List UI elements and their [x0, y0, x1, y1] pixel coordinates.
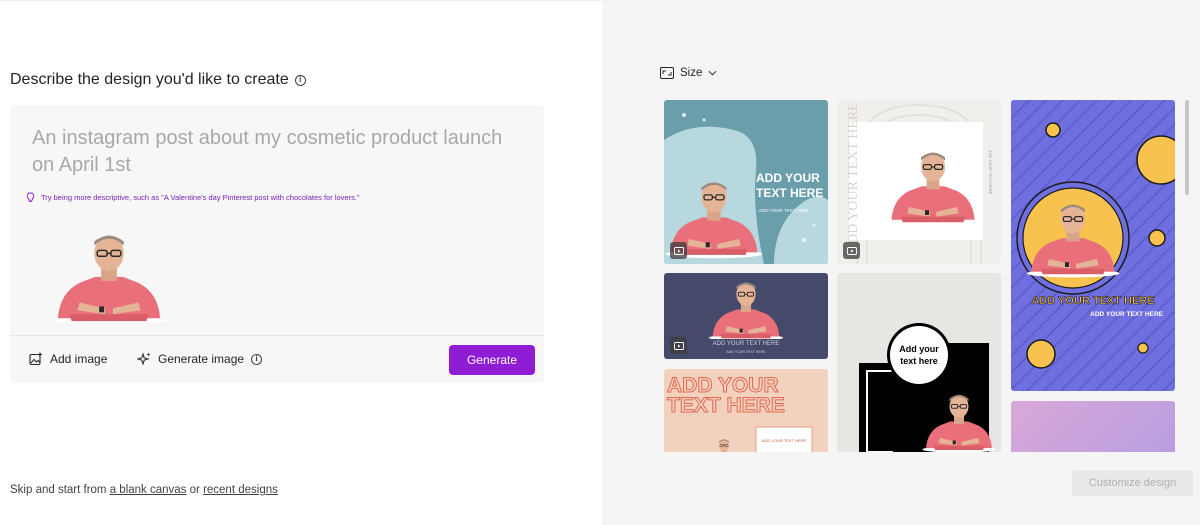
template-card[interactable]: ADD YOUR TEXT HERE ADD YOUR TEXT HERE [837, 100, 1001, 264]
play-icon [673, 341, 684, 350]
generate-image-label: Generate image [158, 352, 245, 366]
template-text: ADD YOUR TEXT HERE [988, 150, 993, 195]
video-badge [843, 242, 860, 259]
play-icon [673, 246, 684, 255]
template-text: ADD YOUR TEXT HERE [1031, 295, 1154, 307]
template-thumbnail: ADD YOUR TEXT HERE ADD YOUR TEXT HERE [664, 273, 828, 359]
template-panel: Size ADD YOUR TEXT HERE ADD YOUR TEXT HE… [602, 0, 1200, 525]
left-panel: Describe the design you'd like to create… [0, 0, 602, 525]
resize-icon [660, 67, 674, 79]
template-card[interactable]: ADD YOUR TEXT HERE ADD YOUR TEXT HERE [664, 273, 828, 359]
template-thumbnail: ADD YOUR TEXT HERE ADD YOUR TEXT HERE [1011, 100, 1175, 391]
video-badge [670, 242, 687, 259]
add-image-icon [29, 352, 42, 366]
template-card[interactable]: ADD YOUR TEXT HERE ADD YOUR TEXT HERE [1011, 100, 1175, 391]
chevron-down-icon [708, 70, 717, 76]
prompt-toolbar: Add image Generate image i Generate [10, 336, 544, 383]
skip-line: Skip and start from a blank canvas or re… [10, 484, 278, 496]
sparkle-icon [137, 352, 151, 366]
template-text: Add your [899, 344, 939, 354]
template-text: TEXT HERE [667, 394, 785, 417]
page-title-text: Describe the design you'd like to create [10, 71, 289, 88]
template-card[interactable]: ADD YOUR TEXT HERE ADD YOUR TEXT HERE [664, 369, 828, 452]
size-dropdown[interactable]: Size [660, 67, 717, 79]
template-text: ADD YOUR TEXT HERE [713, 341, 780, 347]
template-card[interactable]: ADD YOUR TEXT HERE ADD YOUR TEXT HERE [664, 100, 828, 264]
template-text: TEXT HERE [756, 186, 823, 200]
add-image-button[interactable]: Add image [29, 352, 107, 366]
template-text: ADD YOUR TEXT HERE [759, 208, 809, 213]
skip-prefix: Skip and start from [10, 484, 110, 496]
uploaded-image-thumbnail[interactable] [50, 223, 168, 323]
customize-design-button[interactable]: Customize design [1072, 470, 1193, 496]
recent-designs-link[interactable]: recent designs [203, 484, 278, 496]
prompt-tip-text: Try being more descriptive, such as "A V… [41, 193, 360, 202]
template-text: text here [900, 356, 938, 366]
scrollbar-thumb[interactable] [1185, 100, 1189, 195]
template-text: ADD YOUR TEXT HERE [727, 350, 767, 354]
info-icon[interactable]: i [294, 74, 306, 86]
template-thumbnail: ADD YOUR TEXT HERE ADD YOUR TEXT HERE [664, 369, 828, 452]
play-icon [846, 246, 857, 255]
video-badge [670, 337, 687, 354]
prompt-tip: Try being more descriptive, such as "A V… [26, 192, 360, 203]
template-thumbnail: Add your text here [837, 273, 1001, 452]
skip-or: or [186, 484, 204, 496]
prompt-box[interactable]: An instagram post about my cosmetic prod… [10, 105, 544, 383]
template-card[interactable] [1011, 401, 1175, 452]
blank-canvas-link[interactable]: a blank canvas [110, 484, 187, 496]
lightbulb-icon [26, 192, 35, 202]
template-text: ADD YOUR TEXT HERE [846, 102, 861, 254]
template-text: ADD YOUR TEXT HERE [1090, 311, 1163, 318]
generate-image-button[interactable]: Generate image i [137, 352, 263, 366]
template-thumbnail: ADD YOUR TEXT HERE ADD YOUR TEXT HERE [664, 100, 828, 264]
app-root: Describe the design you'd like to create… [0, 0, 1200, 525]
generate-button[interactable]: Generate [449, 345, 535, 375]
prompt-input[interactable]: An instagram post about my cosmetic prod… [32, 125, 512, 179]
template-text: ADD YOUR [756, 171, 820, 185]
add-image-label: Add image [50, 352, 108, 366]
template-card[interactable]: Add your text here [837, 273, 1001, 452]
info-icon[interactable]: i [251, 353, 263, 365]
size-label: Size [680, 67, 703, 79]
page-title: Describe the design you'd like to create… [10, 71, 306, 89]
template-text: ADD YOUR TEXT HERE [762, 438, 807, 443]
template-thumbnail: ADD YOUR TEXT HERE ADD YOUR TEXT HERE [837, 100, 1001, 264]
